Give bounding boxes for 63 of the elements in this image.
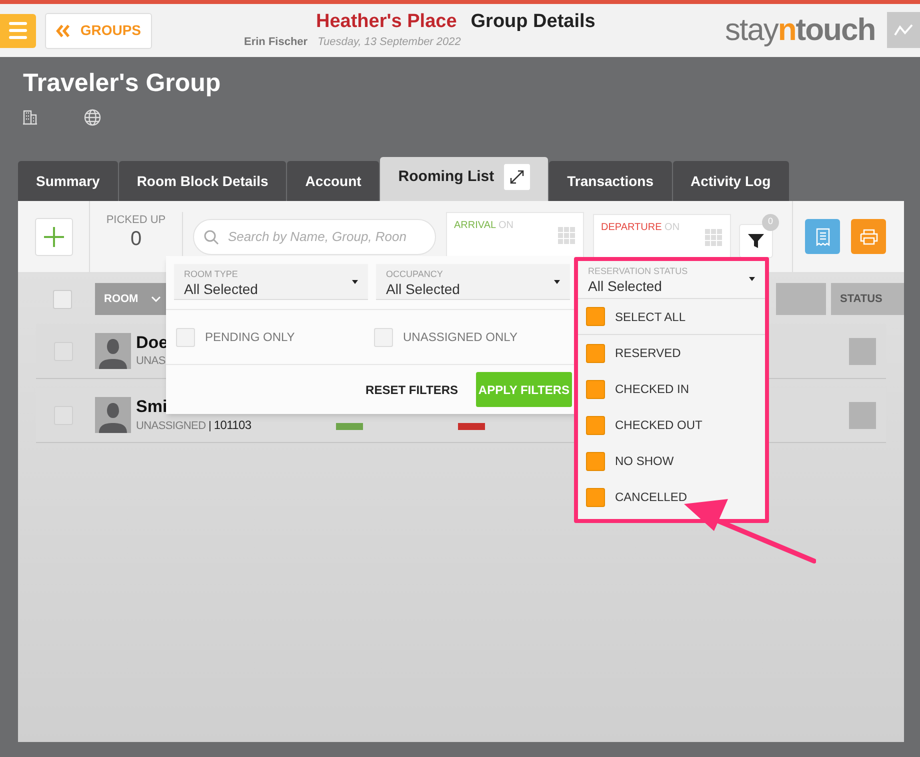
activity-button[interactable] xyxy=(887,12,920,48)
user-name: Erin Fischer xyxy=(244,35,308,50)
double-chevron-icon xyxy=(56,24,70,38)
status-option[interactable]: CANCELLED xyxy=(578,479,765,515)
checkbox-label: PENDING ONLY xyxy=(205,329,295,346)
receipt-button[interactable] xyxy=(805,219,840,254)
select-field[interactable]: ROOM TYPE All Selected xyxy=(174,264,368,300)
date: Tuesday, 13 September 2022 xyxy=(318,35,461,50)
guest-detail: UNAS xyxy=(136,354,166,369)
chevron-down-icon xyxy=(151,296,161,302)
caret-icon xyxy=(554,280,560,284)
hotel-name: Heather's Place xyxy=(316,10,457,34)
funnel-icon xyxy=(747,232,765,250)
avatar-icon xyxy=(95,333,131,369)
tab[interactable]: Transactions xyxy=(549,161,672,201)
picked-up-label: PICKED UP xyxy=(106,212,166,228)
line-graph-icon xyxy=(894,23,914,37)
checkbox[interactable] xyxy=(586,416,605,434)
checkbox[interactable] xyxy=(586,488,605,506)
page-title: Group Details xyxy=(470,10,596,34)
departure-marker xyxy=(458,423,485,430)
receipt-icon xyxy=(814,228,830,246)
guest-detail: UNASSIGNED | 101103 xyxy=(136,416,252,434)
column-header[interactable]: STATUS xyxy=(831,283,904,315)
search-field[interactable]: Search by Name, Group, Roon xyxy=(193,218,436,254)
tab[interactable]: Room Block Details xyxy=(118,161,286,201)
menu-button[interactable] xyxy=(0,14,36,48)
guest-name: Doe xyxy=(136,333,168,353)
checkbox[interactable] xyxy=(53,290,72,308)
caret-icon xyxy=(352,280,358,284)
globe-icon xyxy=(84,109,101,126)
add-button[interactable] xyxy=(34,218,72,256)
arrival-marker xyxy=(336,423,363,430)
print-button[interactable] xyxy=(851,219,886,254)
status-indicator xyxy=(849,402,876,428)
filter-button[interactable] xyxy=(739,224,773,258)
building-icon xyxy=(22,109,38,125)
picked-up-count: 0 xyxy=(130,228,142,250)
checkbox[interactable] xyxy=(586,452,605,470)
tab[interactable]: Rooming List xyxy=(380,157,548,201)
checkbox[interactable] xyxy=(586,380,605,398)
status-option[interactable]: RESERVED xyxy=(578,335,765,371)
calendar-grid-icon xyxy=(705,228,723,246)
calendar-grid-icon xyxy=(558,226,576,244)
caret-icon xyxy=(749,277,755,281)
expand-icon[interactable] xyxy=(504,164,530,190)
tab[interactable]: Summary xyxy=(18,161,118,201)
group-title: Traveler's Group xyxy=(23,68,222,99)
checkbox-label: UNASSIGNED ONLY xyxy=(403,329,518,346)
avatar-icon xyxy=(95,397,131,433)
checkbox[interactable] xyxy=(586,344,605,362)
tab[interactable]: Account xyxy=(287,161,380,201)
guest-name: Smi xyxy=(136,396,168,416)
select-field[interactable]: OCCUPANCY All Selected xyxy=(376,264,570,300)
status-indicator xyxy=(849,338,876,364)
checkbox[interactable] xyxy=(586,307,605,326)
status-option[interactable]: CHECKED OUT xyxy=(578,407,765,443)
printer-icon xyxy=(860,228,878,244)
logo: stayntouch xyxy=(725,12,876,48)
search-icon xyxy=(204,230,219,244)
plus-icon xyxy=(42,226,64,248)
status-option[interactable]: NO SHOW xyxy=(578,443,765,479)
tab[interactable]: Activity Log xyxy=(672,161,789,201)
